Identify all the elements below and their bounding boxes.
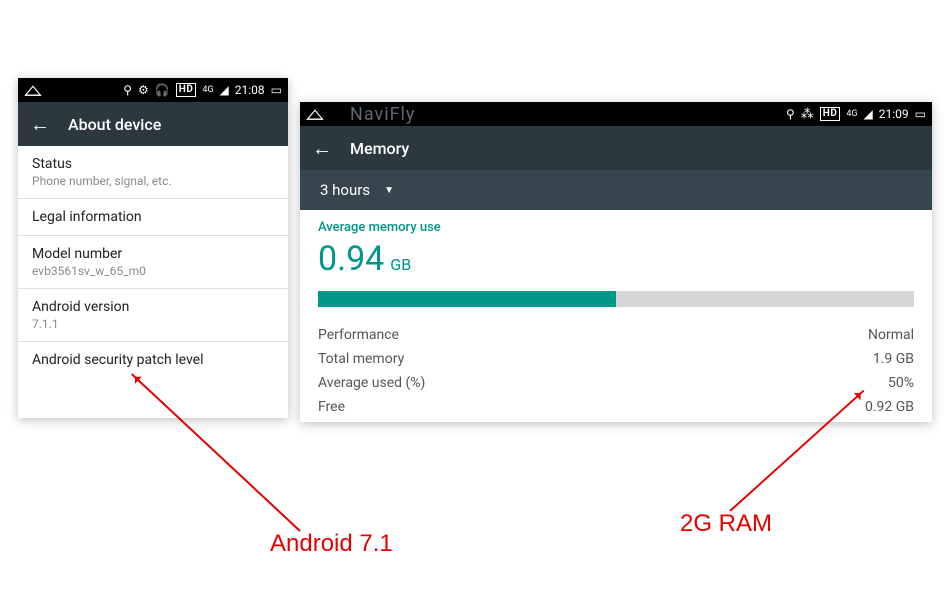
battery-icon: ▭ bbox=[271, 83, 282, 97]
home-icon bbox=[24, 83, 42, 97]
back-icon[interactable]: ← bbox=[312, 136, 332, 161]
row-model[interactable]: Model number evb3561sv_w_65_m0 bbox=[18, 236, 288, 289]
callout-ram: 2G RAM bbox=[680, 510, 772, 538]
back-icon[interactable]: ← bbox=[30, 112, 50, 137]
app-bar: ← About device bbox=[18, 102, 288, 146]
about-list: Status Phone number, signal, etc. Legal … bbox=[18, 146, 288, 418]
home-icon bbox=[306, 107, 324, 121]
network-label: 4G bbox=[846, 109, 857, 119]
bluetooth-icon: ⚙ bbox=[138, 83, 149, 97]
network-label: 4G bbox=[202, 85, 213, 95]
memory-body: Average memory use 0.94 GB Performance N… bbox=[300, 210, 932, 419]
avg-memory-caption: Average memory use bbox=[318, 220, 914, 235]
clock: 21:09 bbox=[879, 107, 909, 121]
range-label: 3 hours bbox=[320, 181, 370, 199]
range-selector[interactable]: 3 hours ▼ bbox=[300, 170, 932, 210]
battery-icon: ▭ bbox=[915, 107, 926, 121]
row-legal[interactable]: Legal information bbox=[18, 199, 288, 236]
memory-panel: NaviFly ⚲ ⁂ HD 4G ◢ 21:09 ▭ ← Memory 3 h… bbox=[300, 102, 932, 422]
location-icon: ⚲ bbox=[123, 83, 132, 97]
kv-free: Free 0.92 GB bbox=[318, 395, 914, 419]
row-android-version[interactable]: Android version 7.1.1 bbox=[18, 289, 288, 342]
page-title: About device bbox=[68, 115, 161, 134]
headset-icon: 🎧 bbox=[155, 83, 170, 97]
kv-total-memory: Total memory 1.9 GB bbox=[318, 347, 914, 371]
page-title: Memory bbox=[350, 139, 409, 158]
kv-performance: Performance Normal bbox=[318, 323, 914, 347]
clock: 21:08 bbox=[235, 83, 265, 97]
memory-usage-fill bbox=[318, 291, 616, 307]
signal-icon: ◢ bbox=[220, 83, 229, 97]
dropdown-icon: ▼ bbox=[384, 185, 394, 196]
memory-usage-bar bbox=[318, 291, 914, 307]
hd-badge: HD bbox=[820, 107, 841, 121]
callout-android: Android 7.1 bbox=[270, 530, 393, 558]
about-device-panel: ⚲ ⚙ 🎧 HD 4G ◢ 21:08 ▭ ← About device Sta… bbox=[18, 78, 288, 418]
status-bar: NaviFly ⚲ ⁂ HD 4G ◢ 21:09 ▭ bbox=[300, 102, 932, 126]
kv-avg-used: Average used (%) 50% bbox=[318, 371, 914, 395]
watermark: NaviFly bbox=[350, 104, 415, 125]
row-security-patch[interactable]: Android security patch level bbox=[18, 342, 288, 378]
status-bar: ⚲ ⚙ 🎧 HD 4G ◢ 21:08 ▭ bbox=[18, 78, 288, 102]
row-status[interactable]: Status Phone number, signal, etc. bbox=[18, 146, 288, 199]
bluetooth-icon: ⁂ bbox=[801, 107, 814, 122]
location-icon: ⚲ bbox=[786, 107, 795, 121]
avg-memory-value: 0.94 GB bbox=[318, 239, 914, 279]
hd-badge: HD bbox=[176, 83, 197, 97]
app-bar: ← Memory bbox=[300, 126, 932, 170]
signal-icon: ◢ bbox=[864, 107, 873, 121]
